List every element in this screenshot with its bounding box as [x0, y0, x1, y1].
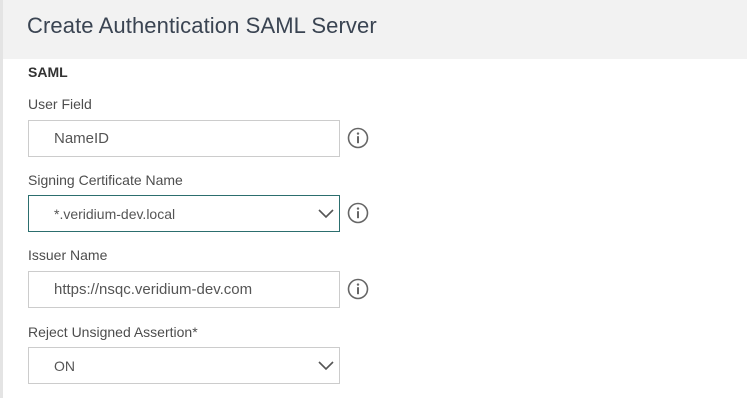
info-icon[interactable]: [347, 202, 369, 224]
reject-unsigned-value: ON: [54, 358, 75, 374]
chevron-down-icon: [318, 361, 334, 371]
issuer-name-label: Issuer Name: [28, 247, 108, 263]
chevron-down-icon: [318, 209, 334, 219]
page-header: Create Authentication SAML Server: [0, 0, 747, 59]
issuer-name-input[interactable]: https://nsqc.veridium-dev.com: [28, 271, 340, 308]
reject-unsigned-label: Reject Unsigned Assertion*: [28, 324, 198, 340]
form-content: SAML User Field NameID Signing Certifica…: [0, 59, 747, 398]
section-title-saml: SAML: [28, 64, 68, 80]
signing-cert-label: Signing Certificate Name: [28, 172, 183, 188]
issuer-name-value: https://nsqc.veridium-dev.com: [54, 281, 253, 298]
info-icon[interactable]: [347, 278, 369, 300]
signing-cert-value: *.veridium-dev.local: [54, 206, 176, 222]
user-field-input[interactable]: NameID: [28, 120, 340, 157]
reject-unsigned-select[interactable]: ON: [28, 347, 340, 384]
info-icon[interactable]: [347, 127, 369, 149]
signing-cert-select[interactable]: *.veridium-dev.local: [28, 195, 340, 232]
user-field-value: NameID: [54, 130, 110, 147]
user-field-label: User Field: [28, 96, 92, 112]
page-title: Create Authentication SAML Server: [27, 13, 377, 38]
